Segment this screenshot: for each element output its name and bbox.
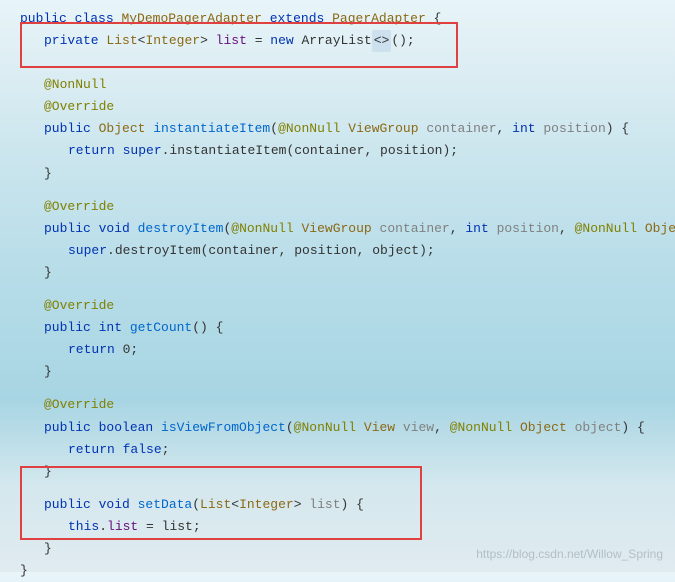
this-assignment: this.list = list; bbox=[20, 516, 675, 538]
annotation-nonnull: @NonNull bbox=[20, 74, 675, 96]
method-isViewFromObject: public boolean isViewFromObject(@NonNull… bbox=[20, 417, 675, 439]
annotation-override: @Override bbox=[20, 196, 675, 218]
method-instantiateItem: public Object instantiateItem(@NonNull V… bbox=[20, 118, 675, 140]
close-brace: } bbox=[20, 262, 675, 284]
return-false: return false; bbox=[20, 439, 675, 461]
diamond-highlight: <> bbox=[372, 30, 392, 52]
return-super-call: return super.instantiateItem(container, … bbox=[20, 140, 675, 162]
method-setData: public void setData(List<Integer> list) … bbox=[20, 494, 675, 516]
annotation-override: @Override bbox=[20, 394, 675, 416]
close-brace: } bbox=[20, 461, 675, 483]
method-destroyItem: public void destroyItem(@NonNull ViewGro… bbox=[20, 218, 675, 240]
return-zero: return 0; bbox=[20, 339, 675, 361]
close-brace: } bbox=[20, 163, 675, 185]
code-editor[interactable]: public class MyDemoPagerAdapter extends … bbox=[0, 0, 675, 572]
field-declaration: private List<Integer> list = new ArrayLi… bbox=[20, 30, 675, 52]
super-call: super.destroyItem(container, position, o… bbox=[20, 240, 675, 262]
method-getCount: public int getCount() { bbox=[20, 317, 675, 339]
annotation-override: @Override bbox=[20, 295, 675, 317]
class-declaration: public class MyDemoPagerAdapter extends … bbox=[20, 8, 675, 30]
close-brace: } bbox=[20, 361, 675, 383]
watermark: https://blog.csdn.net/Willow_Spring bbox=[476, 544, 663, 564]
annotation-override: @Override bbox=[20, 96, 675, 118]
